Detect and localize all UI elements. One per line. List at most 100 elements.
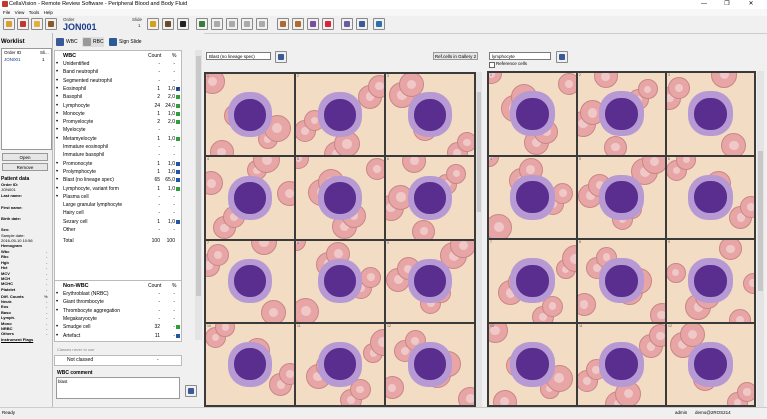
nonwbc-row[interactable]: • Giant thrombocyte - - [55, 298, 181, 306]
nonwbc-row[interactable]: • Smudge cell 32 - [55, 323, 181, 331]
zoom-out-button[interactable] [292, 18, 304, 30]
tab-wbc[interactable]: WBC [55, 37, 78, 47]
cell-thumbnail[interactable]: 5 [578, 156, 665, 238]
gallery1-class-dropdown[interactable]: Blast (no lineage spec) [206, 52, 271, 60]
wbc-row[interactable]: • Prolymphocyte 1 1,0 [55, 168, 181, 176]
wbc-row[interactable]: Immature basophil - - [55, 151, 181, 159]
grid1-button[interactable] [211, 18, 223, 30]
wbc-row[interactable]: • Promonocyte 1 1,0 [55, 160, 181, 168]
cells-button[interactable] [341, 18, 353, 30]
cell-thumbnail[interactable]: 12 [386, 323, 474, 405]
wbc-row[interactable]: • Lymphocyte, variant form 1 1,0 [55, 185, 181, 193]
nonwbc-row[interactable]: • Thrombocyte aggregation - - [55, 307, 181, 315]
cell-thumbnail[interactable]: 3 [386, 74, 474, 156]
menu-help[interactable]: Help [44, 9, 53, 16]
zoom-in-button[interactable] [277, 18, 289, 30]
worklist-item-order[interactable]: JON001 [4, 57, 21, 62]
gallery1-scrollbar-thumb[interactable] [477, 92, 481, 212]
open-order-button[interactable] [3, 18, 15, 30]
cell-thumbnail[interactable]: 8 [296, 240, 384, 322]
cell-thumbnail[interactable]: 11 [578, 323, 665, 405]
grid4-button[interactable] [256, 18, 268, 30]
cell-thumbnail[interactable]: 3 [667, 73, 754, 155]
cell-thumbnail[interactable]: 4 [206, 157, 294, 239]
ref-cells-button[interactable]: Ref.cells in Gallery 2 [433, 52, 478, 60]
help-button[interactable] [356, 18, 368, 30]
maximize-button[interactable]: ❐ [716, 0, 738, 9]
cell-thumbnail[interactable]: 5 [296, 157, 384, 239]
not-classed-row[interactable]: Not classed - [54, 355, 182, 366]
wbc-row[interactable]: • Promyelocyte 2 2,0 [55, 118, 181, 126]
cell-thumbnail[interactable]: 10 [489, 323, 576, 405]
cell-thumbnail[interactable]: 4 [489, 156, 576, 238]
wbc-row[interactable]: Sezary cell 1 1,0 [55, 218, 181, 226]
classes-never-label[interactable]: Classes never to use [57, 347, 94, 352]
cell-thumbnail[interactable]: 9 [667, 240, 754, 322]
remove-button[interactable]: Remove [2, 163, 48, 171]
classification-scrollbar[interactable] [195, 50, 202, 340]
menu-view[interactable]: View [15, 9, 25, 16]
wbc-row[interactable]: Hairy cell - - [55, 209, 181, 217]
cell-thumbnail[interactable]: 8 [578, 240, 665, 322]
gallery2-class-dropdown[interactable]: lymphocyte [489, 52, 551, 60]
p-button[interactable] [177, 18, 189, 30]
cell-thumbnail[interactable]: 2 [578, 73, 665, 155]
pause-button[interactable] [162, 18, 174, 30]
grid2-button[interactable] [226, 18, 238, 30]
wbc-comment-input[interactable]: blast [56, 377, 180, 399]
wbc-row[interactable]: • Unidentified - - [55, 60, 181, 68]
gallery2-scrollbar-thumb[interactable] [758, 151, 763, 291]
comment-edit-button[interactable] [185, 385, 197, 397]
gallery1-scrollbar[interactable] [476, 72, 482, 407]
gallery2-book-button[interactable] [556, 51, 568, 63]
cell-thumbnail[interactable]: 7 [489, 240, 576, 322]
cell-thumbnail[interactable]: 11 [296, 323, 384, 405]
cell-thumbnail[interactable]: 9 [386, 240, 474, 322]
cell-thumbnail[interactable]: 6 [386, 157, 474, 239]
wbc-row[interactable]: • Myelocyte - - [55, 126, 181, 134]
worklist-item-slide[interactable]: 1 [42, 57, 45, 62]
cell-thumbnail[interactable]: 6 [667, 156, 754, 238]
wbc-row[interactable]: • Plasma cell - - [55, 193, 181, 201]
open-button[interactable]: Open [2, 153, 48, 161]
wbc-row[interactable]: • Metamyelocyte 1 1,0 [55, 135, 181, 143]
print-button[interactable] [45, 18, 57, 30]
reference-cells-checkbox[interactable] [489, 62, 495, 68]
menu-tools[interactable]: Tools [29, 9, 40, 16]
cell-thumbnail[interactable]: 12 [667, 323, 754, 405]
cell-thumbnail[interactable]: 10 [206, 323, 294, 405]
image-button[interactable] [307, 18, 319, 30]
grid3-button[interactable] [241, 18, 253, 30]
tab-rbc[interactable]: RBC [82, 37, 104, 47]
info-button[interactable] [373, 18, 385, 30]
tab-sign-slide[interactable]: Sign Slide [108, 37, 142, 47]
wbc-row[interactable]: • Monocyte 1 1,0 [55, 110, 181, 118]
instrument-flags-link[interactable]: Instrument Flags [1, 337, 33, 343]
classification-scrollbar-thumb[interactable] [196, 56, 201, 296]
wbc-row[interactable]: Large granular lymphocyte - - [55, 201, 181, 209]
save-button[interactable] [17, 18, 29, 30]
scan-button[interactable] [196, 18, 208, 30]
gallery2-scrollbar[interactable] [757, 71, 764, 407]
close-button[interactable]: ✕ [740, 0, 762, 9]
wbc-row[interactable]: • Basophil 2 2,0 [55, 93, 181, 101]
cell-thumbnail[interactable]: 2 [296, 74, 384, 156]
menu-file[interactable]: File [3, 9, 10, 16]
wbc-row[interactable]: • Lymphocyte 24 24,0 [55, 102, 181, 110]
minimize-button[interactable]: — [693, 0, 715, 9]
nonwbc-row[interactable]: • Erythroblast (NRBC) - - [55, 290, 181, 298]
prev-slide-button[interactable] [147, 18, 159, 30]
wbc-row[interactable]: Other - - [55, 226, 181, 234]
nonwbc-row[interactable]: Megakaryocyte - - [55, 315, 181, 323]
nonwbc-row[interactable]: • Artefact 11 - [55, 332, 181, 340]
wbc-row[interactable]: • Band neutrophil - - [55, 68, 181, 76]
wbc-row[interactable]: • Eosinophil 1 1,0 [55, 85, 181, 93]
cell-thumbnail[interactable]: 7 [206, 240, 294, 322]
wbc-row[interactable]: Immature eosinophil - - [55, 143, 181, 151]
wbc-row[interactable]: • Segmented neutrophil - - [55, 77, 181, 85]
gallery1-book-button[interactable] [275, 51, 287, 63]
cell-thumbnail[interactable]: 1 [489, 73, 576, 155]
wbc-row[interactable]: Total 100 100 [55, 237, 181, 245]
cell-thumbnail[interactable]: 1 [206, 74, 294, 156]
color-button[interactable] [322, 18, 334, 30]
